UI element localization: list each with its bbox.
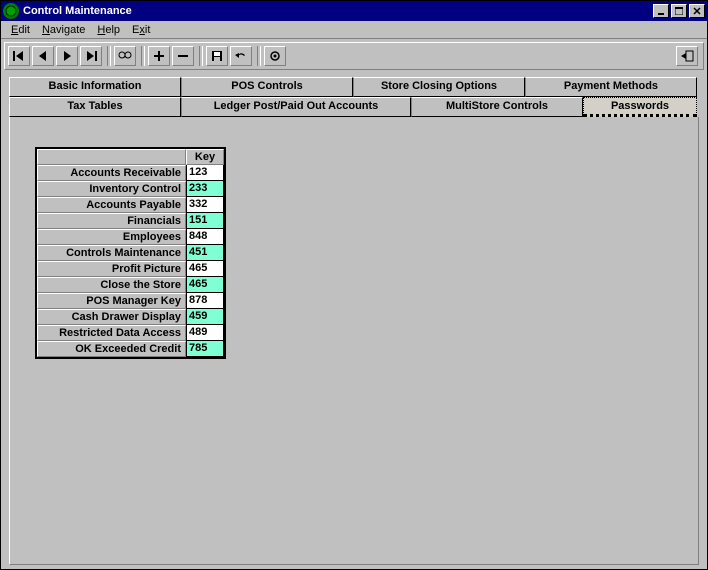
toolbar-separator [257, 46, 261, 66]
table-row-label: Financials [37, 213, 186, 229]
tab-store-closing-options[interactable]: Store Closing Options [353, 77, 525, 97]
table-row-label: Inventory Control [37, 181, 186, 197]
content-area: Basic Information POS Controls Store Clo… [1, 73, 707, 569]
table-row-label: Restricted Data Access [37, 325, 186, 341]
table-row: Employees848 [37, 229, 224, 245]
table-row-label: POS Manager Key [37, 293, 186, 309]
table-row-key[interactable]: 233 [186, 181, 224, 197]
table-row-key[interactable]: 123 [186, 165, 224, 181]
table-row: Accounts Payable332 [37, 197, 224, 213]
toolbar-separator [141, 46, 145, 66]
title-bar: Control Maintenance [1, 1, 707, 21]
table-row: Accounts Receivable123 [37, 165, 224, 181]
table-row-label: Cash Drawer Display [37, 309, 186, 325]
table-row-label: Accounts Receivable [37, 165, 186, 181]
app-icon [3, 3, 19, 19]
tab-passwords[interactable]: Passwords [583, 97, 697, 117]
minimize-button[interactable] [653, 4, 669, 18]
tab-basic-information[interactable]: Basic Information [9, 77, 181, 97]
table-row-key[interactable]: 489 [186, 325, 224, 341]
table-header-key: Key [186, 149, 224, 165]
table-row-key[interactable]: 848 [186, 229, 224, 245]
tab-control: Basic Information POS Controls Store Clo… [9, 77, 699, 565]
table-row-key[interactable]: 451 [186, 245, 224, 261]
menu-edit[interactable]: Edit [5, 24, 36, 36]
table-row-key[interactable]: 465 [186, 277, 224, 293]
save-button[interactable] [206, 46, 228, 66]
table-row-key[interactable]: 785 [186, 341, 224, 357]
window-title: Control Maintenance [23, 5, 651, 17]
menu-bar: Edit Navigate Help Exit [1, 21, 707, 39]
tab-row-1: Basic Information POS Controls Store Clo… [9, 77, 699, 97]
table-row-label: Accounts Payable [37, 197, 186, 213]
table-header-row: Key [37, 149, 224, 165]
tab-row-2: Tax Tables Ledger Post/Paid Out Accounts… [9, 97, 699, 117]
tab-ledger-post-accounts[interactable]: Ledger Post/Paid Out Accounts [181, 97, 411, 117]
maximize-button[interactable] [671, 4, 687, 18]
table-row: POS Manager Key878 [37, 293, 224, 309]
nav-next-button[interactable] [56, 46, 78, 66]
table-row: Profit Picture465 [37, 261, 224, 277]
table-row: Cash Drawer Display459 [37, 309, 224, 325]
nav-last-button[interactable] [80, 46, 102, 66]
table-row: Controls Maintenance451 [37, 245, 224, 261]
table-row-key[interactable]: 332 [186, 197, 224, 213]
search-button[interactable] [114, 46, 136, 66]
app-window: Control Maintenance Edit Navigate Help E… [0, 0, 708, 570]
table-row: Close the Store465 [37, 277, 224, 293]
table-header-blank [37, 149, 186, 165]
remove-button[interactable] [172, 46, 194, 66]
window-buttons [651, 4, 705, 18]
table-row: Inventory Control233 [37, 181, 224, 197]
toolbar [4, 42, 704, 70]
table-row-label: Profit Picture [37, 261, 186, 277]
menu-help[interactable]: Help [91, 24, 126, 36]
menu-exit[interactable]: Exit [126, 24, 156, 36]
table-row-key[interactable]: 878 [186, 293, 224, 309]
nav-prev-button[interactable] [32, 46, 54, 66]
tab-pos-controls[interactable]: POS Controls [181, 77, 353, 97]
tab-tax-tables[interactable]: Tax Tables [9, 97, 181, 117]
table-row: OK Exceeded Credit785 [37, 341, 224, 357]
table-row-label: OK Exceeded Credit [37, 341, 186, 357]
toolbar-separator [107, 46, 111, 66]
password-key-table: Key Accounts Receivable123Inventory Cont… [35, 147, 226, 359]
table-row-label: Controls Maintenance [37, 245, 186, 261]
toolbar-container [1, 39, 707, 73]
table-row-label: Employees [37, 229, 186, 245]
close-button[interactable] [689, 4, 705, 18]
exit-button[interactable] [676, 46, 698, 66]
table-row: Restricted Data Access489 [37, 325, 224, 341]
tab-payment-methods[interactable]: Payment Methods [525, 77, 697, 97]
table-row: Financials151 [37, 213, 224, 229]
tab-multistore-controls[interactable]: MultiStore Controls [411, 97, 583, 117]
menu-navigate[interactable]: Navigate [36, 24, 91, 36]
tab-body: Key Accounts Receivable123Inventory Cont… [9, 117, 699, 565]
table-row-key[interactable]: 459 [186, 309, 224, 325]
refresh-button[interactable] [264, 46, 286, 66]
add-button[interactable] [148, 46, 170, 66]
table-row-label: Close the Store [37, 277, 186, 293]
table-row-key[interactable]: 151 [186, 213, 224, 229]
table-row-key[interactable]: 465 [186, 261, 224, 277]
nav-first-button[interactable] [8, 46, 30, 66]
toolbar-separator [199, 46, 203, 66]
undo-button[interactable] [230, 46, 252, 66]
